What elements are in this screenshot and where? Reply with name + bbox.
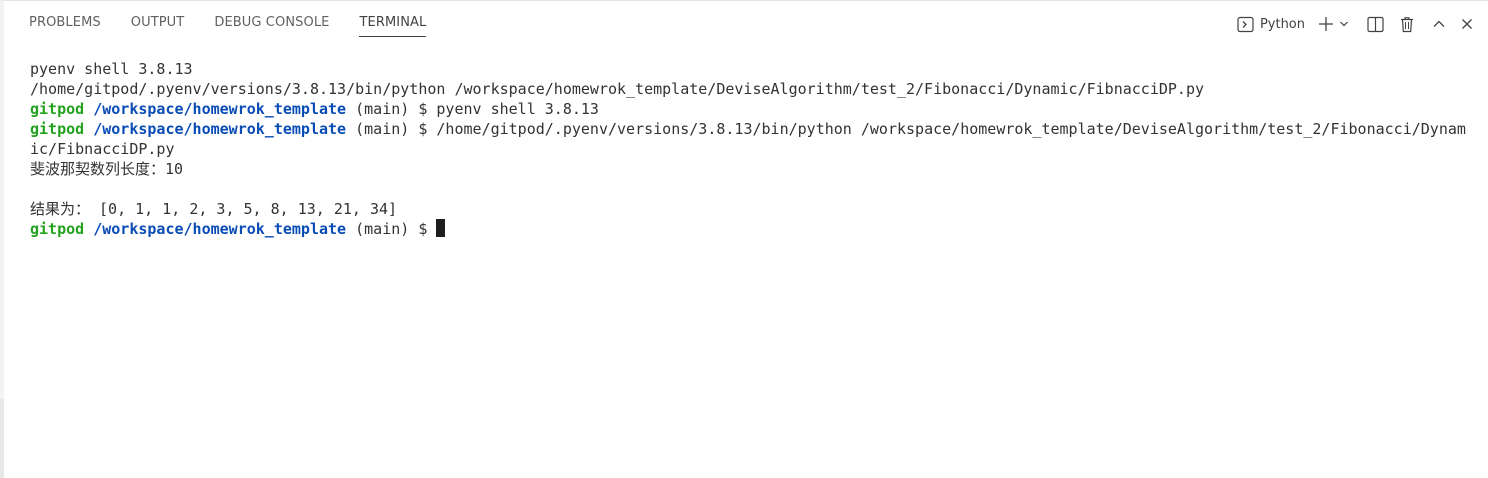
- terminal-prompt-line: gitpod /workspace/homewrok_template (mai…: [30, 99, 1478, 119]
- terminal-prompt-icon: [1237, 16, 1254, 33]
- bottom-panel: PROBLEMS OUTPUT DEBUG CONSOLE TERMINAL P…: [0, 0, 1488, 478]
- chevron-up-icon: [1432, 17, 1446, 31]
- terminal-kind-label: Python: [1259, 16, 1305, 32]
- prompt-user: gitpod: [30, 100, 85, 118]
- command-text: pyenv shell 3.8.13: [436, 100, 599, 118]
- terminal-prompt-line: gitpod /workspace/homewrok_template (mai…: [30, 119, 1478, 139]
- terminal-line: ic/FibnacciDP.py: [30, 140, 175, 158]
- prompt-path: /workspace/homewrok_template: [93, 120, 347, 138]
- tab-problems[interactable]: PROBLEMS: [29, 15, 101, 37]
- prompt-user: gitpod: [30, 120, 85, 138]
- terminal-dropdown-button[interactable]: [1339, 12, 1349, 36]
- tab-output[interactable]: OUTPUT: [131, 15, 185, 37]
- program-output-line: 斐波那契数列长度：10: [30, 160, 184, 178]
- tab-terminal[interactable]: TERMINAL: [359, 15, 427, 37]
- trash-icon: [1399, 16, 1415, 33]
- prompt-path: /workspace/homewrok_template: [93, 100, 347, 118]
- prompt-suffix: (main) $: [346, 220, 437, 238]
- program-output-line: 结果为： [0, 1, 1, 2, 3, 5, 8, 13, 21, 34]: [30, 200, 398, 218]
- terminal-cursor: [436, 219, 446, 237]
- command-text: /home/gitpod/.pyenv/versions/3.8.13/bin/…: [436, 120, 1466, 138]
- prompt-user: gitpod: [30, 220, 85, 238]
- gutter: [0, 399, 4, 478]
- terminal-prompt-line: gitpod /workspace/homewrok_template (mai…: [30, 219, 1478, 239]
- terminal-line: /home/gitpod/.pyenv/versions/3.8.13/bin/…: [30, 80, 1204, 98]
- new-terminal-button[interactable]: [1317, 12, 1335, 36]
- prompt-path: /workspace/homewrok_template: [93, 220, 347, 238]
- close-icon: [1460, 17, 1474, 31]
- tab-debug-console[interactable]: DEBUG CONSOLE: [214, 15, 329, 37]
- kill-terminal-button[interactable]: [1399, 12, 1415, 36]
- terminal-output[interactable]: pyenv shell 3.8.13 /home/gitpod/.pyenv/v…: [30, 59, 1478, 239]
- close-panel-button[interactable]: [1460, 12, 1474, 36]
- prompt-suffix: (main) $: [346, 100, 437, 118]
- panel-actions: Python: [1237, 11, 1474, 37]
- prompt-suffix: (main) $: [346, 120, 437, 138]
- split-icon: [1367, 16, 1384, 33]
- chevron-down-icon: [1339, 19, 1349, 29]
- terminal-kind-selector[interactable]: Python: [1237, 12, 1305, 36]
- terminal-line: pyenv shell 3.8.13: [30, 60, 193, 78]
- split-terminal-button[interactable]: [1367, 12, 1384, 36]
- plus-icon: [1317, 15, 1335, 33]
- maximize-panel-button[interactable]: [1432, 12, 1446, 36]
